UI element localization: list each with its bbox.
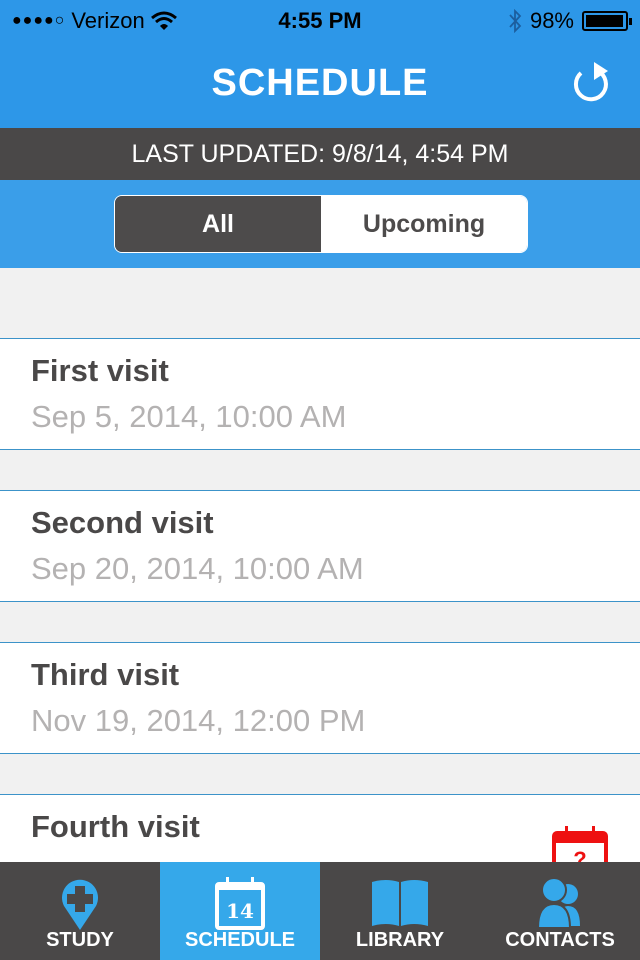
tab-label: LIBRARY: [355, 929, 445, 951]
filter-upcoming[interactable]: Upcoming: [321, 196, 527, 252]
tab-bar: STUDY 14 SCHEDULE LIBRARY CONTACTS: [0, 862, 640, 960]
contacts-icon: [536, 877, 580, 929]
visit-name: Second visit: [31, 505, 214, 540]
visit-list: First visit Sep 5, 2014, 10:00 AM Second…: [0, 268, 640, 906]
tab-label: STUDY: [46, 929, 114, 951]
location-cross-icon: [62, 879, 98, 930]
filter-segmented-control: All Upcoming: [114, 195, 528, 253]
refresh-icon[interactable]: [566, 58, 616, 108]
battery-percent: 98%: [529, 8, 574, 33]
tab-schedule[interactable]: 14 SCHEDULE: [160, 862, 320, 960]
filter-all[interactable]: All: [115, 196, 321, 252]
tab-contacts[interactable]: CONTACTS: [480, 862, 640, 960]
visit-date: Nov 19, 2014, 12:00 PM: [31, 703, 366, 738]
visit-row[interactable]: First visit Sep 5, 2014, 10:00 AM: [0, 338, 640, 450]
last-updated-banner: LAST UPDATED: 9/8/14, 4:54 PM: [0, 128, 640, 180]
calendar-icon: 14: [215, 877, 265, 930]
tab-study[interactable]: STUDY: [0, 862, 160, 960]
battery-icon: [582, 11, 632, 31]
page-title: SCHEDULE: [211, 62, 429, 104]
visit-row[interactable]: Second visit Sep 20, 2014, 10:00 AM: [0, 490, 640, 602]
visit-name: Third visit: [31, 657, 180, 692]
tab-library[interactable]: LIBRARY: [320, 862, 480, 960]
book-icon: [372, 880, 428, 926]
visit-date: Sep 20, 2014, 10:00 AM: [31, 551, 364, 586]
status-bar: ●●●●○ Verizon 4:55 PM 98%: [0, 0, 640, 40]
visit-name: First visit: [31, 353, 169, 388]
tab-label: SCHEDULE: [184, 929, 295, 951]
visit-date: Sep 5, 2014, 10:00 AM: [31, 399, 347, 434]
bluetooth-icon: [509, 9, 522, 33]
visit-row[interactable]: Third visit Nov 19, 2014, 12:00 PM: [0, 642, 640, 754]
filter-bar: All Upcoming: [0, 180, 640, 268]
visit-name: Fourth visit: [31, 809, 200, 844]
nav-bar: SCHEDULE: [0, 40, 640, 128]
tab-label: CONTACTS: [505, 929, 615, 951]
svg-text:14: 14: [226, 899, 254, 923]
